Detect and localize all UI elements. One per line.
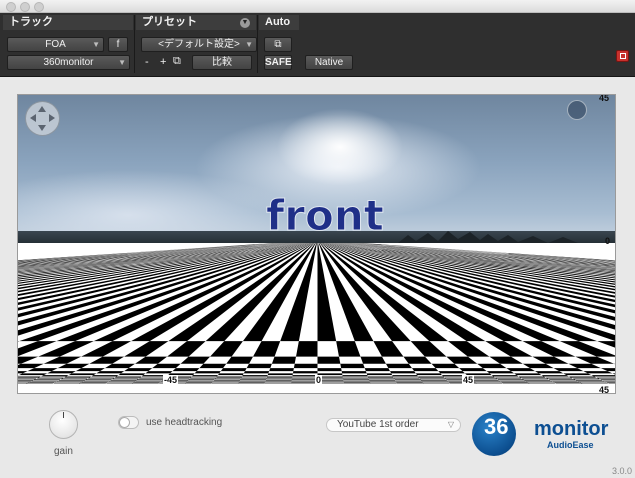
decoder-select[interactable]: YouTube 1st order ▽ <box>326 418 461 432</box>
tick-label: 0 <box>315 375 323 385</box>
tick-label: 45 <box>462 375 475 385</box>
auto-section-header: Auto <box>259 15 299 30</box>
logo-wordmark: monitor <box>534 418 609 440</box>
logo-number: 36 <box>484 414 509 439</box>
dropdown-arrow-icon: ▼ <box>92 40 100 49</box>
track-format-select[interactable]: FOA ▼ <box>7 37 104 52</box>
automation-icon: ⧉ <box>274 39 282 50</box>
safe-button[interactable]: SAFE <box>264 55 292 70</box>
copy-settings-icon[interactable]: ⧉ <box>173 55 181 68</box>
safe-label: SAFE <box>265 57 292 68</box>
minimize-window-icon[interactable] <box>20 2 30 12</box>
close-window-icon[interactable] <box>6 2 16 12</box>
orientation-compass-icon[interactable] <box>567 100 587 120</box>
preset-select[interactable]: <デフォルト設定> ▼ <box>141 37 257 52</box>
dropdown-arrow-icon: ▼ <box>245 40 253 49</box>
plugin-name-value: 360monitor <box>43 57 94 68</box>
header-divider <box>257 15 258 73</box>
navigation-pad[interactable] <box>25 101 60 136</box>
compare-button[interactable]: 比較 <box>192 55 252 70</box>
headtracking-label: use headtracking <box>146 417 223 428</box>
zoom-window-icon[interactable] <box>34 2 44 12</box>
decoder-selected-value: YouTube 1st order <box>337 419 419 430</box>
checkerboard-floor <box>18 243 615 393</box>
plugin-header-bar: トラック プリセット ▼ Auto FOA ▼ f 360monitor ▼ <… <box>0 13 635 77</box>
preset-menu-chevron-icon[interactable]: ▼ <box>240 18 250 28</box>
track-section-header: トラック <box>3 15 133 30</box>
gain-knob[interactable] <box>49 410 78 439</box>
track-f-label: f <box>116 39 120 50</box>
tick-label: 45 <box>599 385 610 394</box>
dropdown-arrow-icon: ▼ <box>118 58 126 67</box>
move-arrows-icon <box>30 106 55 131</box>
logo-company: AudioEase <box>547 440 594 450</box>
plugin-close-button[interactable] <box>616 50 629 62</box>
automation-button[interactable]: ⧉ <box>264 37 292 52</box>
plugin-select[interactable]: 360monitor ▼ <box>7 55 130 70</box>
tick-label: 0 <box>605 236 611 246</box>
video-viewport[interactable]: front 45 0 -45 0 45 45 <box>17 94 616 394</box>
preset-section-header: プリセット <box>136 15 256 30</box>
version-label: 3.0.0 <box>612 466 633 476</box>
native-label: Native <box>314 57 344 68</box>
track-format-value: FOA <box>45 39 66 50</box>
direction-overlay-label: front <box>266 191 385 240</box>
track-f-button[interactable]: f <box>108 37 128 52</box>
preset-next-button[interactable]: + <box>160 56 166 68</box>
headtracking-toggle[interactable] <box>118 416 139 429</box>
tick-label: 45 <box>599 94 610 103</box>
header-divider <box>134 15 135 73</box>
preset-name-value: <デフォルト設定> <box>158 39 240 50</box>
chevron-down-icon: ▽ <box>447 420 454 429</box>
compare-label: 比較 <box>212 57 232 68</box>
native-button[interactable]: Native <box>305 55 353 70</box>
window-titlebar <box>0 0 635 13</box>
preset-previous-button[interactable]: - <box>145 56 149 68</box>
tick-label: -45 <box>163 375 179 385</box>
gain-label: gain <box>54 446 73 457</box>
